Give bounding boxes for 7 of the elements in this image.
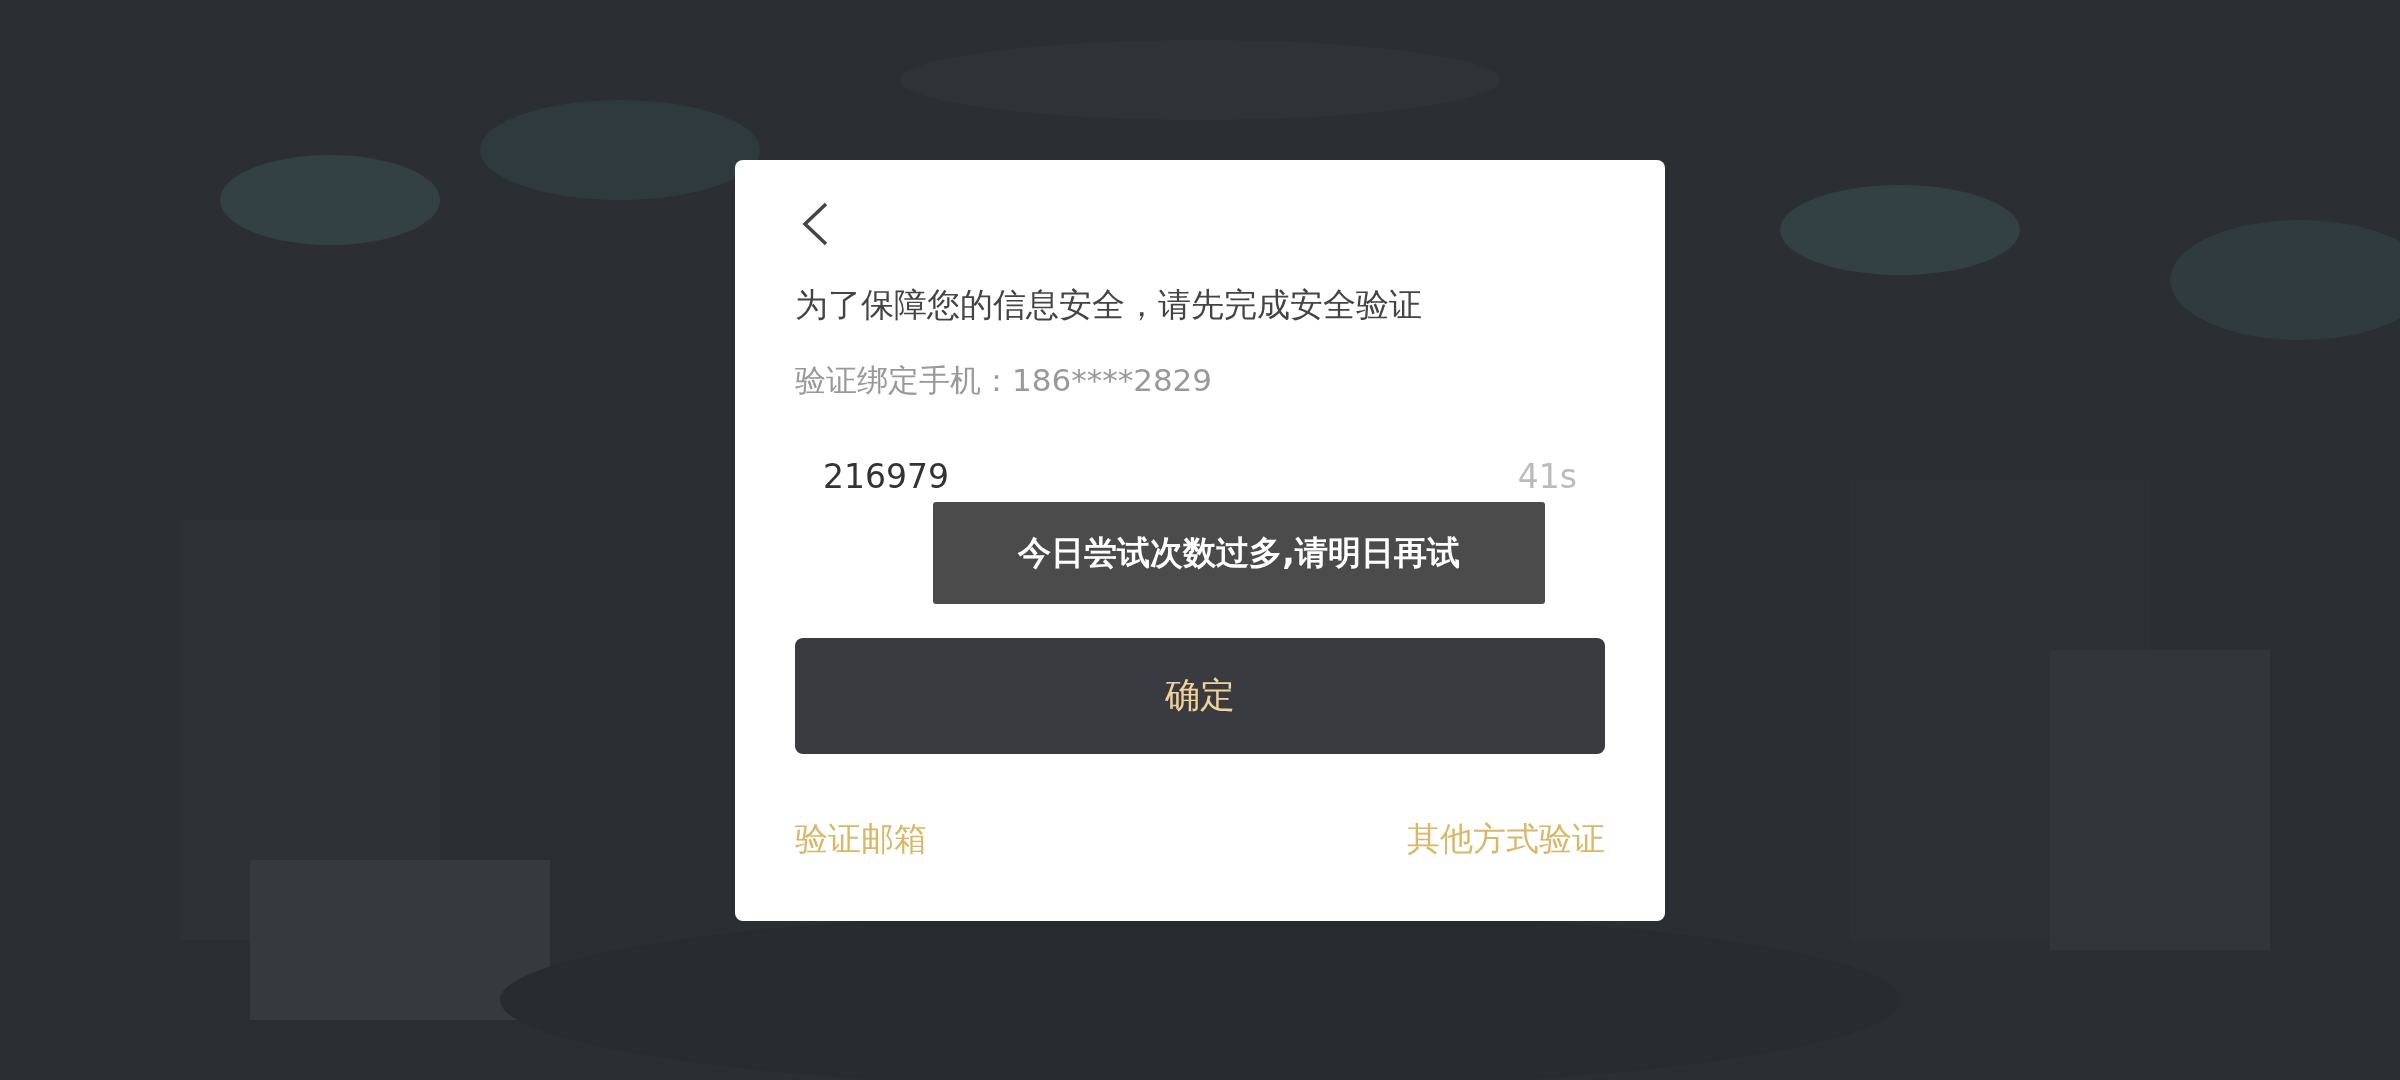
back-icon	[800, 200, 830, 247]
security-message: 为了保障您的信息安全，请先完成安全验证	[795, 283, 1423, 326]
toast-message: 今日尝试次数过多,请明日再试	[933, 501, 1545, 604]
bound-phone-text: 验证绑定手机：186****2829	[795, 361, 1214, 400]
countdown-text: 41s	[1517, 455, 1577, 498]
code-input-field[interactable]: 216979	[823, 451, 1123, 502]
confirm-button[interactable]: 确定	[795, 637, 1605, 754]
